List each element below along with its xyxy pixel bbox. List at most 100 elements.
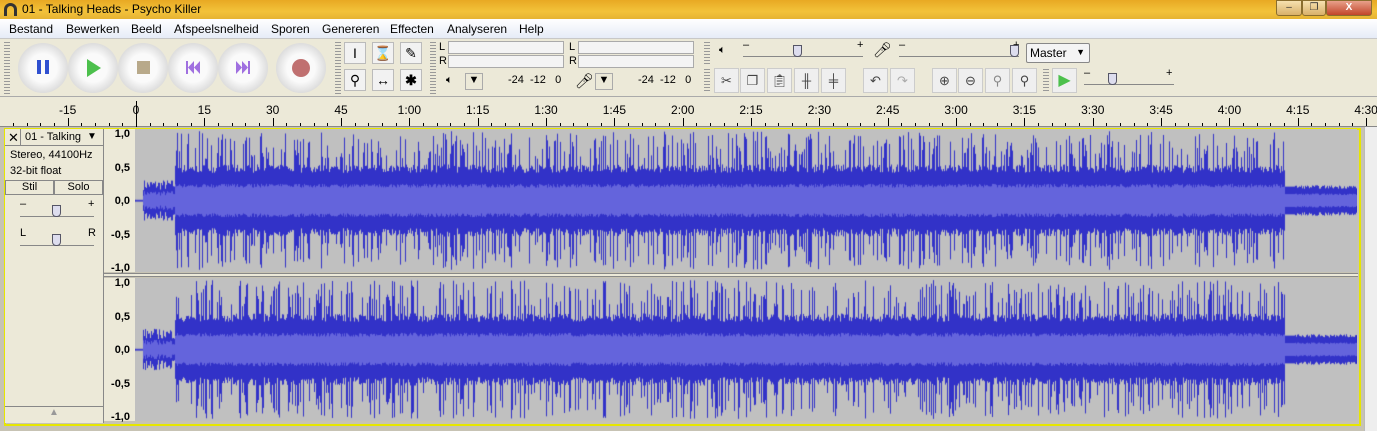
menu-sporen[interactable]: Sporen <box>271 22 310 36</box>
toolbar-grip[interactable] <box>704 42 710 66</box>
ruler-tick <box>969 123 971 126</box>
ruler-label: 3:45 <box>1149 103 1173 117</box>
undo-button[interactable]: ↶ <box>863 68 888 93</box>
collapse-track-button[interactable]: ▲ <box>5 406 103 423</box>
zoom-tool[interactable]: ⚲ <box>344 69 366 91</box>
stop-button[interactable] <box>118 43 168 93</box>
toolbar-grip[interactable] <box>335 42 341 94</box>
slider-thumb[interactable] <box>1010 45 1019 57</box>
chevron-down-icon[interactable]: ▼ <box>87 131 97 142</box>
multi-tool[interactable]: ✱ <box>400 69 422 91</box>
ruler-tick <box>1092 118 1094 126</box>
copy-button[interactable]: ❐ <box>740 68 765 93</box>
skip-end-button[interactable] <box>218 43 268 93</box>
playback-volume-slider[interactable] <box>743 45 863 57</box>
skip-start-button[interactable] <box>168 43 218 93</box>
slider-thumb[interactable] <box>792 45 802 57</box>
ruler-label: 1:45 <box>602 103 627 117</box>
cut-button[interactable]: ✂ <box>714 68 739 93</box>
rec-meter-left[interactable] <box>578 41 694 54</box>
pan-slider[interactable] <box>20 234 94 246</box>
ruler-tick <box>518 123 520 126</box>
rec-meter-right[interactable] <box>578 55 694 68</box>
waveform-left-channel[interactable] <box>135 129 1357 272</box>
zoom-in-button[interactable]: ⊕ <box>932 68 957 93</box>
microphone-icon: 🎤︎ <box>575 73 595 90</box>
play-meter-l-label: L <box>439 41 446 53</box>
ruler-tick <box>491 123 493 126</box>
fit-project-button[interactable]: ⚲ <box>1012 68 1037 93</box>
ruler-tick <box>559 123 561 126</box>
redo-button[interactable]: ↷ <box>890 68 915 93</box>
slider-thumb[interactable] <box>52 234 61 246</box>
recording-volume-slider[interactable] <box>899 45 1019 57</box>
ruler-tick <box>163 123 165 126</box>
ruler-tick <box>1256 123 1258 126</box>
track-name-menu[interactable]: 01 - Talking <box>20 129 81 146</box>
menu-genereren[interactable]: Genereren <box>322 22 379 36</box>
input-source-value: Master <box>1030 46 1067 60</box>
play-at-speed-button[interactable]: ▶ <box>1052 68 1077 93</box>
ruler-label: 3:30 <box>1081 103 1105 117</box>
toolbar-grip[interactable] <box>430 42 436 94</box>
ruler-tick <box>313 123 315 126</box>
solo-button[interactable]: Solo <box>54 180 103 195</box>
silence-button[interactable]: ╪ <box>821 68 846 93</box>
play-meter-dropdown[interactable]: ▼ <box>465 73 483 90</box>
ruler-tick <box>655 123 657 126</box>
menu-analyseren[interactable]: Analyseren <box>447 22 507 36</box>
draw-tool[interactable]: ✎ <box>400 42 422 64</box>
play-meter-right[interactable] <box>448 55 564 68</box>
restore-button[interactable]: ❐ <box>1302 0 1326 16</box>
skip-end-icon <box>236 61 250 74</box>
menu-help[interactable]: Help <box>519 22 544 36</box>
menu-beeld[interactable]: Beeld <box>131 22 162 36</box>
record-button[interactable] <box>276 43 326 93</box>
gain-slider[interactable] <box>20 205 94 217</box>
ruler-tick <box>1284 123 1286 126</box>
ruler-tick <box>587 123 589 126</box>
rec-meter-dropdown[interactable]: ▼ <box>595 73 613 90</box>
selection-tool[interactable]: I <box>344 42 366 64</box>
fit-selection-button[interactable]: ⚲ <box>985 68 1010 93</box>
toolbar-grip[interactable] <box>4 42 10 94</box>
timeshift-tool[interactable]: ↔ <box>372 69 394 91</box>
playback-speed-slider[interactable] <box>1084 73 1174 85</box>
waveform-right-channel[interactable] <box>135 278 1357 421</box>
menu-bewerken[interactable]: Bewerken <box>66 22 119 36</box>
slider-thumb[interactable] <box>52 205 61 217</box>
menu-effecten[interactable]: Effecten <box>390 22 434 36</box>
play-meter-scale: -24 -12 0 <box>508 74 562 86</box>
envelope-tool[interactable]: ⌛ <box>372 42 394 64</box>
amplitude-label: 1,0 <box>114 128 130 140</box>
menu-afspeelsnelheid[interactable]: Afspeelsnelheid <box>174 22 259 36</box>
close-button[interactable]: X <box>1326 0 1372 16</box>
play-button[interactable] <box>68 43 118 93</box>
vertical-scrollbar[interactable] <box>1364 127 1377 431</box>
paste-button[interactable]: 📋︎ <box>767 68 792 93</box>
trim-button[interactable]: ╫ <box>794 68 819 93</box>
play-meter-left[interactable] <box>448 41 564 54</box>
timeline-ruler[interactable]: -1501530451:001:151:301:452:002:152:302:… <box>0 97 1377 127</box>
menu-bestand[interactable]: Bestand <box>9 22 53 36</box>
speaker-icon: 🔈︎ <box>719 44 726 56</box>
ruler-tick <box>819 118 821 126</box>
amplitude-label: -0,5 <box>111 377 130 390</box>
skip-start-icon <box>186 61 200 74</box>
ruler-tick <box>81 123 83 126</box>
minimize-button[interactable]: – <box>1276 0 1302 16</box>
toolbar-grip[interactable] <box>1043 69 1049 93</box>
playhead-marker[interactable] <box>136 101 137 127</box>
ruler-tick <box>1038 123 1040 126</box>
close-track-icon[interactable]: ✕ <box>8 130 19 146</box>
ruler-tick <box>1202 123 1204 126</box>
toolbar-grip[interactable] <box>704 69 710 93</box>
speaker-icon: 🔈︎ <box>446 74 453 86</box>
ruler-label: 1:00 <box>397 103 422 117</box>
zoom-out-button[interactable]: ⊖ <box>958 68 983 93</box>
slider-thumb[interactable] <box>1108 73 1118 85</box>
ruler-tick <box>792 123 794 126</box>
pause-button[interactable] <box>18 43 68 93</box>
input-source-select[interactable]: Master ▼ <box>1026 43 1090 63</box>
mute-button[interactable]: Stil <box>5 180 54 195</box>
